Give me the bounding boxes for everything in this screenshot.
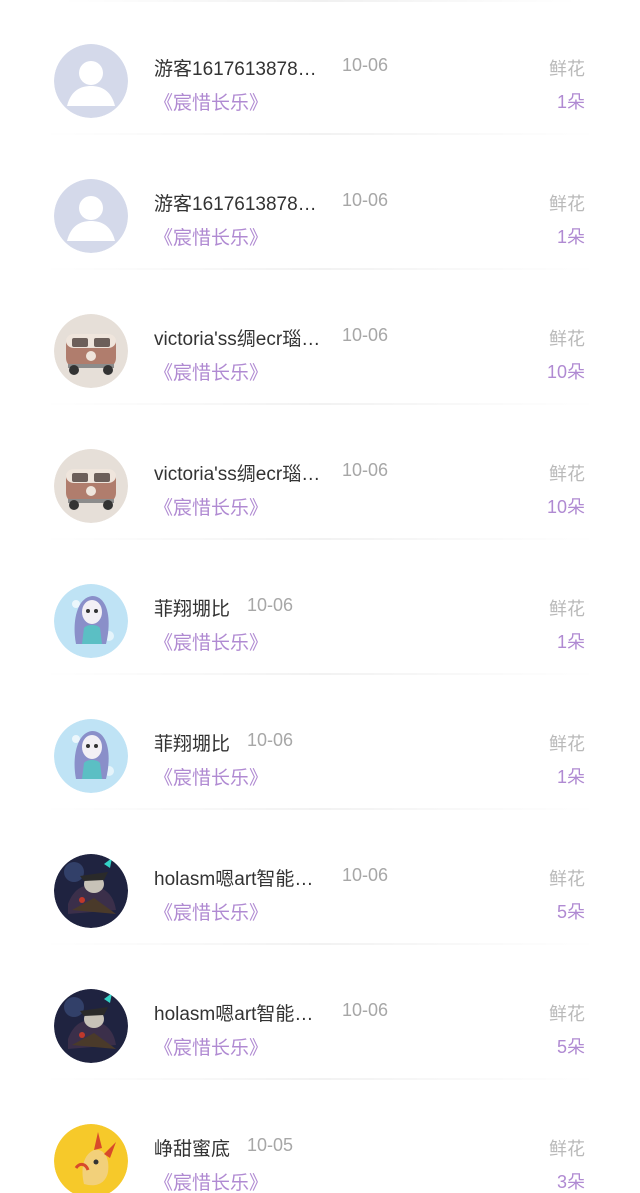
gift-count: 1朵 <box>556 767 585 787</box>
gift-count: 1朵 <box>556 632 585 652</box>
user-name[interactable]: 游客1617613878… <box>154 189 317 216</box>
book-title-link[interactable]: 《宸惜长乐》 <box>154 223 268 250</box>
gift-type-label: 鲜花 <box>549 869 585 889</box>
gift-type-label: 鲜花 <box>549 59 585 79</box>
vintage-van-avatar-icon[interactable] <box>54 314 128 388</box>
book-title-link[interactable]: 《宸惜长乐》 <box>154 358 268 385</box>
book-title-link[interactable]: 《宸惜长乐》 <box>154 1168 268 1193</box>
user-name[interactable]: holasm嗯art智能… <box>154 999 313 1026</box>
gift-count: 1朵 <box>556 92 585 112</box>
gift-type-label: 鲜花 <box>549 1004 585 1024</box>
list-item[interactable]: 游客1617613878… 10-06 《宸惜长乐》 鲜花 1朵 <box>0 135 640 270</box>
default-user-avatar-icon[interactable] <box>54 44 128 118</box>
gift-count: 3朵 <box>556 1172 585 1192</box>
user-name[interactable]: victoria'ss绸ecr瑙… <box>154 324 320 351</box>
game-character-avatar-icon[interactable] <box>54 854 128 928</box>
user-name[interactable]: 菲翔堋比 <box>154 729 230 756</box>
gift-type-label: 鲜花 <box>549 599 585 619</box>
anime-girl-avatar-icon[interactable] <box>54 719 128 793</box>
anime-girl-avatar-icon[interactable] <box>54 584 128 658</box>
list-item[interactable]: victoria'ss绸ecr瑙… 10-06 《宸惜长乐》 鲜花 10朵 <box>0 405 640 540</box>
book-title-link[interactable]: 《宸惜长乐》 <box>154 493 268 520</box>
gift-type-label: 鲜花 <box>549 734 585 754</box>
gift-date: 10-06 <box>342 190 389 210</box>
book-title-link[interactable]: 《宸惜长乐》 <box>154 1033 268 1060</box>
list-item[interactable]: holasm嗯art智能… 10-06 《宸惜长乐》 鲜花 5朵 <box>0 945 640 1080</box>
gift-date: 10-05 <box>247 1135 294 1155</box>
list-item[interactable]: holasm嗯art智能… 10-06 《宸惜长乐》 鲜花 5朵 <box>0 810 640 945</box>
gift-records-list: 游客1617613878… 10-06 《宸惜长乐》 鲜花 1朵 游客16176… <box>0 0 640 1193</box>
list-item[interactable]: 菲翔堋比 10-06 《宸惜长乐》 鲜花 1朵 <box>0 540 640 675</box>
user-name[interactable]: victoria'ss绸ecr瑙… <box>154 459 320 486</box>
gift-count: 5朵 <box>556 902 585 922</box>
vintage-van-avatar-icon[interactable] <box>54 449 128 523</box>
gift-date: 10-06 <box>247 595 294 615</box>
user-name[interactable]: 菲翔堋比 <box>154 594 230 621</box>
gift-count: 10朵 <box>546 362 585 382</box>
list-item[interactable]: 菲翔堋比 10-06 《宸惜长乐》 鲜花 1朵 <box>0 675 640 810</box>
book-title-link[interactable]: 《宸惜长乐》 <box>154 898 268 925</box>
gift-count: 5朵 <box>556 1037 585 1057</box>
gift-date: 10-06 <box>342 460 389 480</box>
gift-type-label: 鲜花 <box>549 194 585 214</box>
gift-count: 10朵 <box>546 497 585 517</box>
book-title-link[interactable]: 《宸惜长乐》 <box>154 763 268 790</box>
gift-date: 10-06 <box>342 325 389 345</box>
cartoon-pokemon-avatar-icon[interactable] <box>54 1124 128 1193</box>
list-item[interactable]: 峥甜蜜底 10-05 《宸惜长乐》 鲜花 3朵 <box>0 1080 640 1193</box>
gift-type-label: 鲜花 <box>549 329 585 349</box>
user-name[interactable]: 游客1617613878… <box>154 54 317 81</box>
book-title-link[interactable]: 《宸惜长乐》 <box>154 628 268 655</box>
user-name[interactable]: 峥甜蜜底 <box>154 1134 230 1161</box>
gift-type-label: 鲜花 <box>549 464 585 484</box>
book-title-link[interactable]: 《宸惜长乐》 <box>154 88 268 115</box>
gift-date: 10-06 <box>342 865 389 885</box>
list-item[interactable]: victoria'ss绸ecr瑙… 10-06 《宸惜长乐》 鲜花 10朵 <box>0 270 640 405</box>
gift-count: 1朵 <box>556 227 585 247</box>
gift-date: 10-06 <box>342 55 389 75</box>
list-item[interactable]: 游客1617613878… 10-06 《宸惜长乐》 鲜花 1朵 <box>0 0 640 135</box>
game-character-avatar-icon[interactable] <box>54 989 128 1063</box>
gift-date: 10-06 <box>247 730 294 750</box>
user-name[interactable]: holasm嗯art智能… <box>154 864 313 891</box>
gift-date: 10-06 <box>342 1000 389 1020</box>
gift-type-label: 鲜花 <box>549 1139 585 1159</box>
default-user-avatar-icon[interactable] <box>54 179 128 253</box>
